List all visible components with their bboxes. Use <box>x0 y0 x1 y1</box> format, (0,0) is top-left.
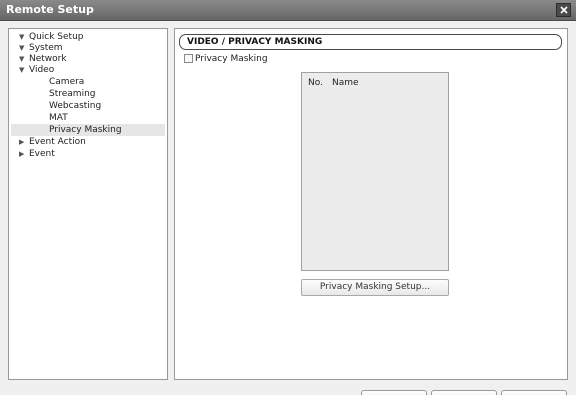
dialog-button-3[interactable] <box>501 390 567 395</box>
triangle-down-icon: ▼ <box>19 66 25 74</box>
close-icon <box>560 6 568 14</box>
page-title: VIDEO / PRIVACY MASKING <box>187 37 323 47</box>
tree-item-label: Event <box>29 149 55 159</box>
privacy-masking-checkbox[interactable] <box>184 54 193 63</box>
tree-item-streaming[interactable]: Streaming <box>49 88 95 100</box>
dialog-button-1[interactable] <box>361 390 427 395</box>
dialog-button-2[interactable] <box>431 390 497 395</box>
tree-item-label: Webcasting <box>49 101 102 111</box>
tree-item-video[interactable]: ▼ Video <box>19 64 54 76</box>
privacy-masking-checkbox-label: Privacy Masking <box>195 54 268 64</box>
remote-setup-window: Remote Setup ▼ Quick Setup ▼ System ▼ Netwo… <box>0 0 576 395</box>
column-header-no: No. <box>308 78 323 88</box>
privacy-masking-checkbox-row[interactable]: Privacy Masking <box>184 54 268 66</box>
tree-item-label: Privacy Masking <box>49 125 122 135</box>
privacy-mask-list[interactable]: No. Name <box>301 72 449 271</box>
tree-item-label: Quick Setup <box>29 32 84 42</box>
tree-item-webcasting[interactable]: Webcasting <box>49 100 101 112</box>
window-title: Remote Setup <box>6 3 94 16</box>
section-header: VIDEO / PRIVACY MASKING <box>179 34 562 50</box>
tree-item-camera[interactable]: Camera <box>49 76 84 88</box>
tree-item-label: System <box>29 43 63 53</box>
tree-item-label: Network <box>29 54 67 64</box>
settings-tree: ▼ Quick Setup ▼ System ▼ Network ▼ Video Cam… <box>8 28 168 380</box>
tree-item-label: MAT <box>49 113 68 123</box>
triangle-right-icon: ▶ <box>19 150 25 158</box>
tree-item-privacy-masking[interactable]: Privacy Masking <box>11 124 165 136</box>
tree-item-label: Event Action <box>29 137 86 147</box>
list-header: No. Name <box>302 73 448 93</box>
settings-content: VIDEO / PRIVACY MASKING Privacy Masking … <box>174 28 568 380</box>
tree-item-label: Video <box>29 65 55 75</box>
dialog-body: ▼ Quick Setup ▼ System ▼ Network ▼ Video Cam… <box>8 28 568 395</box>
tree-item-mat[interactable]: MAT <box>49 112 68 124</box>
tree-item-label: Camera <box>49 77 85 87</box>
triangle-right-icon: ▶ <box>19 138 25 146</box>
title-bar[interactable]: Remote Setup <box>0 0 576 21</box>
tree-item-label: Streaming <box>49 89 96 99</box>
tree-item-event-action[interactable]: ▶ Event Action <box>19 136 86 148</box>
close-button[interactable] <box>556 3 571 17</box>
column-header-name: Name <box>332 78 359 88</box>
tree-item-event[interactable]: ▶ Event <box>19 148 55 160</box>
privacy-masking-setup-button[interactable]: Privacy Masking Setup... <box>301 279 449 296</box>
